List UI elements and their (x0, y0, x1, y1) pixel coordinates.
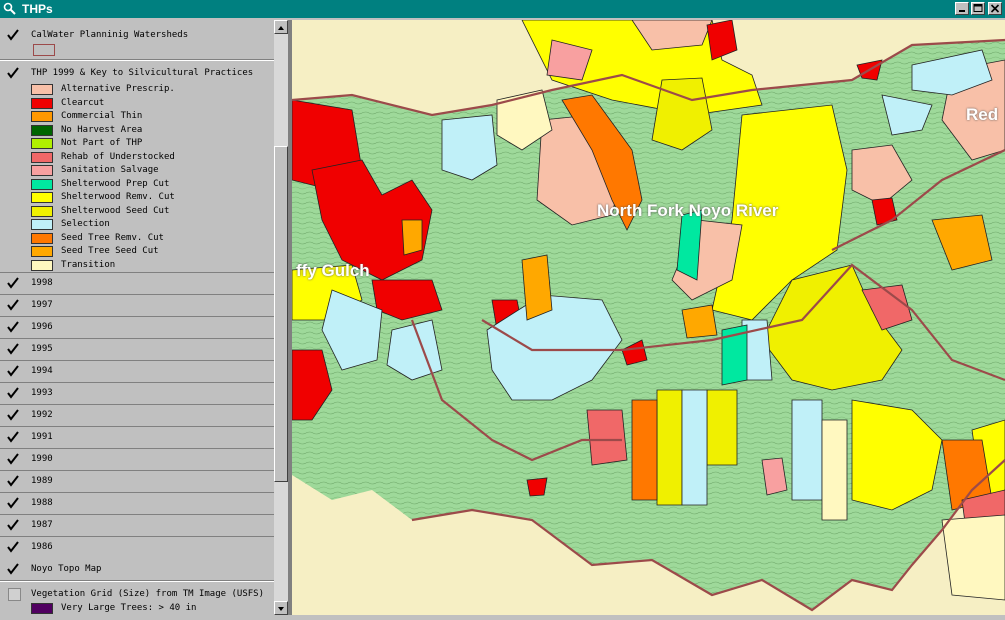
class-label: Commercial Thin (61, 111, 143, 121)
scroll-thumb[interactable] (274, 146, 288, 482)
checkmark-icon[interactable] (6, 276, 20, 290)
theme-label: CalWater Planninig Watersheds (31, 30, 189, 40)
class-swatch (31, 246, 53, 257)
theme-label: 1995 (31, 344, 53, 354)
checkmark-icon[interactable] (6, 66, 20, 80)
class-label: Selection (61, 219, 110, 229)
class-swatch (31, 259, 53, 271)
checkmark-icon[interactable] (6, 320, 20, 334)
thp-polygon-selection[interactable] (791, 399, 823, 501)
theme-label: 1991 (31, 432, 53, 442)
title-bar[interactable]: THPs (0, 0, 1005, 18)
theme-label: Noyo Topo Map (31, 564, 102, 574)
thp-polygon-shelterwood-seed[interactable] (656, 389, 683, 506)
red-label: Red (966, 105, 999, 124)
checkmark-icon[interactable] (6, 386, 20, 400)
class-label: No Harvest Area (61, 124, 143, 135)
checkmark-icon[interactable] (6, 518, 20, 532)
arrow-up-icon (278, 26, 284, 30)
veg-swatch (31, 603, 53, 614)
maximize-icon (973, 4, 983, 12)
window-title: THPs (22, 2, 53, 16)
thp-polygon-clearcut[interactable] (526, 477, 548, 497)
theme-label: 1993 (31, 388, 53, 398)
theme-label: 1987 (31, 520, 53, 530)
theme-label: Vegetation Grid (Size) from TM Image (US… (31, 589, 264, 599)
map-canvas[interactable] (292, 20, 1005, 615)
maximize-button[interactable] (971, 2, 985, 15)
class-swatch (31, 151, 53, 163)
class-label: Very Large Trees: > 40 in (61, 603, 197, 613)
class-swatch (31, 205, 53, 217)
checkmark-icon[interactable] (6, 430, 20, 444)
checkmark-icon[interactable] (6, 540, 20, 554)
theme-label: 1996 (31, 322, 53, 332)
class-swatch (31, 192, 53, 203)
theme-label: 1988 (31, 498, 53, 508)
minimize-icon (959, 10, 965, 12)
checkmark-icon[interactable] (6, 28, 20, 42)
thp-polygon-transition[interactable] (941, 514, 1005, 601)
thp-polygon-transition[interactable] (821, 419, 848, 521)
theme-label: 1992 (31, 410, 53, 420)
thp-polygon-seed-tree-remv[interactable] (631, 399, 658, 501)
unchecked-box[interactable] (8, 588, 21, 601)
watershed-swatch (33, 44, 55, 56)
scroll-down-button[interactable] (274, 601, 288, 615)
class-label: Sanitation Salvage (61, 165, 159, 175)
thp-polygon-selection[interactable] (681, 389, 708, 506)
class-label: Transition (61, 259, 116, 270)
checkmark-icon[interactable] (6, 562, 20, 576)
class-label: Not Part of THP (61, 138, 143, 148)
checkmark-icon[interactable] (6, 364, 20, 378)
theme-label: 1989 (31, 476, 53, 486)
class-label: Shelterwood Prep Cut (61, 178, 170, 189)
class-label: Seed Tree Remv. Cut (61, 232, 164, 243)
class-swatch (31, 232, 53, 244)
theme-label: 1986 (31, 542, 53, 552)
map-view[interactable]: North Fork Noyo River ffy Gulch Red (292, 20, 1005, 615)
class-swatch (31, 219, 53, 230)
thp-polygon-selection[interactable] (441, 114, 498, 181)
class-swatch (31, 97, 53, 109)
class-label: Clearcut (61, 97, 105, 108)
class-label: Shelterwood Remv. Cut (61, 192, 175, 202)
class-label: Shelterwood Seed Cut (61, 205, 170, 216)
class-swatch (31, 84, 53, 95)
theme-label: THP 1999 & Key to Silvicultural Practice… (31, 68, 254, 78)
class-swatch (31, 178, 53, 190)
river-label: North Fork Noyo River (597, 201, 779, 220)
close-icon (990, 4, 1000, 13)
checkmark-icon[interactable] (6, 298, 20, 312)
class-swatch (31, 138, 53, 149)
class-swatch (31, 165, 53, 176)
class-label: Alternative Prescrip. (61, 84, 175, 94)
checkmark-icon[interactable] (6, 474, 20, 488)
thp-polygon-shelterwood-seed[interactable] (706, 389, 738, 466)
class-label: Seed Tree Seed Cut (61, 246, 159, 256)
theme-label: 1994 (31, 366, 53, 376)
theme-label: 1998 (31, 278, 53, 288)
legend-scrollbar[interactable] (274, 20, 288, 615)
checkmark-icon[interactable] (6, 496, 20, 510)
arrow-down-icon (278, 607, 284, 611)
class-label: Rehab of Understocked (61, 151, 175, 162)
scroll-up-button[interactable] (274, 20, 288, 34)
thp-polygon-rehab[interactable] (586, 409, 628, 466)
gulch-label: ffy Gulch (296, 261, 370, 280)
legend-panel: CalWater Planninig Watersheds THP 1999 &… (0, 20, 274, 615)
thp-polygon-seed-tree-seed[interactable] (521, 254, 553, 321)
checkmark-icon[interactable] (6, 408, 20, 422)
app-icon (3, 2, 16, 15)
class-swatch (31, 111, 53, 122)
thp-polygon-seed-tree-seed[interactable] (401, 219, 423, 256)
checkmark-icon[interactable] (6, 342, 20, 356)
class-swatch (31, 124, 53, 136)
thp-polygon-seed-tree-seed[interactable] (681, 304, 718, 339)
theme-label: 1997 (31, 300, 53, 310)
close-button[interactable] (988, 2, 1002, 15)
theme-label: 1990 (31, 454, 53, 464)
minimize-button[interactable] (955, 2, 969, 15)
checkmark-icon[interactable] (6, 452, 20, 466)
